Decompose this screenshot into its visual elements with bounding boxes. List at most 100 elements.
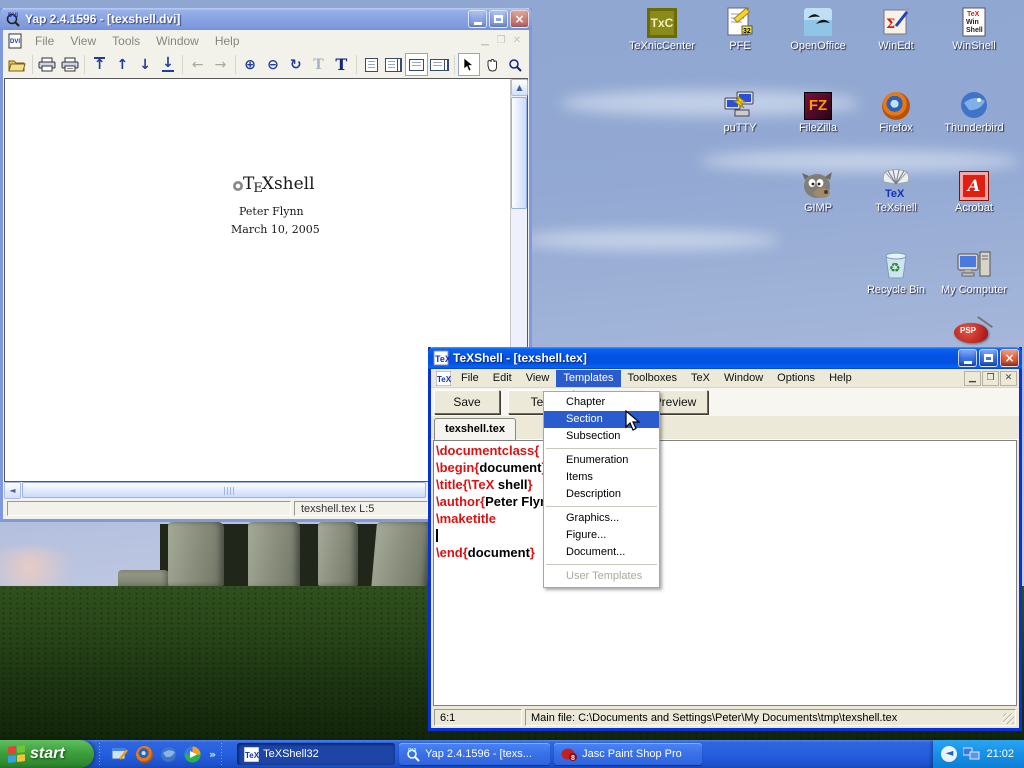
yap-toolbar-left-button[interactable]: ← — [186, 53, 209, 76]
mdi-minimize-button[interactable]: ▁ — [477, 36, 493, 46]
yap-toolbar-refresh-button[interactable]: ↻ — [284, 53, 307, 76]
desktop-icon-my-computer[interactable]: My Computer — [936, 248, 1012, 296]
yap-toolbar-down-button[interactable]: ↓ — [134, 53, 157, 76]
texniccenter-icon: TxC — [647, 8, 677, 38]
texshell-menu-view[interactable]: View — [519, 370, 557, 387]
yap-toolbar-right-button[interactable]: → — [209, 53, 232, 76]
tab-texshell-tex[interactable]: texshell.tex — [434, 418, 516, 440]
dvi-page-icon: DVI — [7, 33, 23, 49]
resize-grip[interactable] — [1003, 713, 1014, 724]
yap-toolbar-page-single-button[interactable] — [360, 53, 383, 76]
texshell-menu-tex[interactable]: TeX — [684, 370, 717, 387]
desktop-icon-putty[interactable]: puTTY — [702, 86, 778, 134]
editor-line: \maketitle — [436, 510, 1016, 527]
mdi-close-button[interactable]: ✕ — [509, 36, 525, 46]
yap-toolbar-hand-button[interactable] — [480, 53, 503, 76]
yap-menu-help[interactable]: Help — [207, 32, 248, 50]
yap-toolbar-printer-page-button[interactable] — [59, 53, 82, 76]
texshell-menu-help[interactable]: Help — [822, 370, 859, 387]
texshell-editor[interactable]: \documentclass{\begin{document}\title{\T… — [433, 440, 1017, 706]
desktop-icon-gimp[interactable]: GIMP — [780, 166, 856, 214]
menu-item-description[interactable]: Description — [544, 486, 659, 503]
yap-toolbar-up-button[interactable]: ↑ — [111, 53, 134, 76]
texshell-menu-edit[interactable]: Edit — [486, 370, 519, 387]
yap-toolbar-page-fit-button[interactable] — [405, 53, 428, 76]
save-button[interactable]: Save — [434, 390, 500, 414]
menu-item-items[interactable]: Items — [544, 469, 659, 486]
clock: 21:02 — [986, 748, 1014, 760]
texshell-minimize-button[interactable] — [958, 349, 977, 367]
menu-item-chapter[interactable]: Chapter — [544, 394, 659, 411]
vertical-scroll-thumb[interactable] — [511, 97, 527, 209]
desktop-icon-firefox[interactable]: Firefox — [858, 86, 934, 134]
quick-launch-overflow-chevron[interactable]: » — [209, 749, 216, 760]
yap-titlebar[interactable]: DVI Yap 2.4.1596 - [texshell.dvi] × — [0, 8, 532, 30]
network-icon[interactable] — [963, 747, 980, 761]
yap-toolbar-text-outline-button[interactable]: T — [307, 53, 330, 76]
yap-menu-view[interactable]: View — [62, 32, 104, 50]
menu-item-document-[interactable]: Document... — [544, 544, 659, 561]
desktop-icon-recycle-bin[interactable]: ♻Recycle Bin — [858, 248, 934, 296]
yap-toolbar-text-bold-button[interactable]: T — [330, 53, 353, 76]
desktop-icon-paint-shop-pro[interactable]: PSP — [952, 321, 996, 347]
quick-launch-thunderbird-mini[interactable] — [160, 746, 177, 763]
desktop-icon-thunderbird[interactable]: Thunderbird — [936, 86, 1012, 134]
yap-toolbar-down-last-button[interactable]: ↓ — [157, 53, 180, 76]
menu-item-figure-[interactable]: Figure... — [544, 527, 659, 544]
texshell-titlebar[interactable]: TeX TeXShell - [texshell.tex] × — [428, 347, 1022, 369]
taskbar-button-texshell32[interactable]: TeXTeXShell32 — [237, 743, 395, 765]
scroll-left-button[interactable]: ◄ — [4, 482, 21, 499]
yap-maximize-button[interactable] — [489, 10, 508, 28]
yap-menu-file[interactable]: File — [27, 32, 62, 50]
texshell-menu-toolboxes[interactable]: Toolboxes — [621, 370, 685, 387]
taskbar-divider[interactable] — [97, 743, 102, 765]
yap-toolbar-page-double-button[interactable] — [382, 53, 405, 76]
texshell-close-button[interactable]: × — [1000, 349, 1019, 367]
yap-menu-window[interactable]: Window — [148, 32, 207, 50]
yap-toolbar-magnifier-button[interactable] — [503, 53, 526, 76]
texshell-menu-options[interactable]: Options — [770, 370, 822, 387]
desktop-icon-texniccenter[interactable]: TxCTeXnicCenter — [624, 4, 700, 52]
desktop-icon-filezilla[interactable]: FZFileZilla — [780, 86, 856, 134]
texshell-menu-file[interactable]: File — [454, 370, 486, 387]
menu-item-graphics-[interactable]: Graphics... — [544, 510, 659, 527]
menu-item-user-templates[interactable]: User Templates — [544, 568, 659, 585]
yap-toolbar-zoom-in-button[interactable]: ⊕ — [239, 53, 262, 76]
pfe-icon: 32 — [724, 6, 756, 38]
desktop-icon-texshell[interactable]: TeXTeXshell — [858, 166, 934, 214]
yap-close-button[interactable]: × — [510, 10, 529, 28]
texshell-mini-icon: TeX — [244, 747, 259, 762]
mdi-minimize-button[interactable]: ▁ — [964, 371, 981, 386]
mdi-restore-button[interactable]: ❐ — [493, 36, 509, 46]
taskbar-divider[interactable] — [219, 743, 224, 765]
toolbar-separator — [84, 55, 85, 74]
quick-launch-show-desktop[interactable] — [111, 745, 129, 763]
start-button[interactable]: start — [0, 740, 94, 768]
texshell-maximize-button[interactable] — [979, 349, 998, 367]
mdi-close-button[interactable]: ✕ — [1000, 371, 1017, 386]
desktop-icon-winedt[interactable]: ΣWinEdt — [858, 4, 934, 52]
desktop-icon-acrobat[interactable]: AAcrobat — [936, 166, 1012, 214]
yap-toolbar-up-first-button[interactable]: ↑ — [88, 53, 111, 76]
desktop-icon-openoffice[interactable]: OpenOffice — [780, 4, 856, 52]
scroll-up-button[interactable]: ▲ — [511, 79, 528, 96]
quick-launch-firefox-mini[interactable] — [136, 746, 153, 763]
yap-minimize-button[interactable] — [468, 10, 487, 28]
taskbar-button-yap-2-4-1596-texs-[interactable]: DVIYap 2.4.1596 - [texs... — [399, 743, 550, 765]
yap-toolbar-printer-button[interactable] — [36, 53, 59, 76]
taskbar-button-jasc-paint-shop-pro[interactable]: 8Jasc Paint Shop Pro — [554, 743, 702, 765]
tray-collapse-button[interactable]: ◄ — [941, 746, 957, 762]
yap-menu-tools[interactable]: Tools — [104, 32, 148, 50]
desktop-icon-winshell[interactable]: TeXWinShellWinShell — [936, 4, 1012, 52]
menu-item-enumeration[interactable]: Enumeration — [544, 452, 659, 469]
yap-toolbar-page-width-button[interactable] — [428, 53, 451, 76]
quick-launch-media-player[interactable] — [184, 746, 201, 763]
texshell-menu-window[interactable]: Window — [717, 370, 770, 387]
horizontal-scroll-thumb[interactable] — [22, 482, 426, 498]
yap-toolbar-folder-open-button[interactable] — [6, 53, 29, 76]
texshell-menu-templates[interactable]: Templates — [556, 370, 620, 387]
yap-toolbar-zoom-out-button[interactable]: ⊖ — [262, 53, 285, 76]
yap-toolbar-pointer-button[interactable] — [458, 53, 481, 76]
desktop-icon-pfe[interactable]: 32PFE — [702, 4, 778, 52]
mdi-restore-button[interactable]: ❐ — [982, 371, 999, 386]
